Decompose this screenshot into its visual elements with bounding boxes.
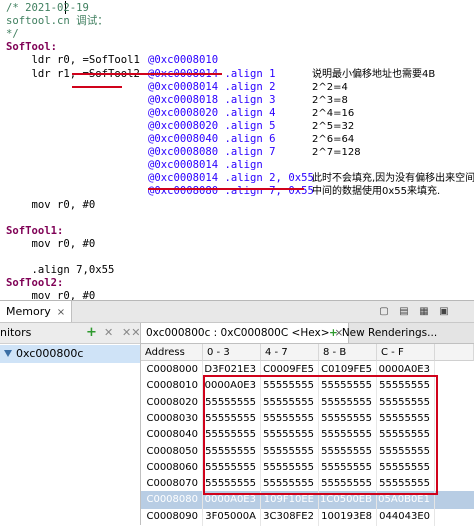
monitor-item[interactable]: 0xc000800c	[0, 345, 140, 363]
code-comment: @0xc0008080 .align 7, 0x55	[148, 185, 314, 198]
remove-monitor-icon[interactable]: ✕	[104, 323, 113, 343]
hex-value-cell[interactable]: 100193E8	[319, 507, 377, 526]
close-icon[interactable]: ×	[57, 307, 65, 318]
assembly-editor[interactable]: /* 2021-02-19 softool.cn 调试： */SofTool: ld…	[0, 0, 474, 300]
code-text: .align 7,0x55	[6, 264, 115, 276]
address-cell: C0008010	[141, 377, 203, 396]
memory-tab-bar: Memory × ▢ ▤ ▦ ▣	[0, 301, 474, 323]
add-monitor-icon[interactable]: +	[86, 323, 97, 343]
code-text: mov r0, #0	[6, 198, 96, 211]
highlight-underline-1	[72, 73, 222, 75]
code-line: mov r0, #0	[6, 237, 96, 252]
hex-value-cell[interactable]: 3F05000A	[203, 507, 261, 526]
code-text: SofTool1:	[6, 224, 64, 237]
column-header[interactable]: 8 - B	[319, 344, 377, 361]
code-text: softool.cn 调试：	[6, 15, 108, 28]
code-text: /* 2021-02-19	[6, 2, 89, 14]
remove-all-monitors-icon[interactable]: ✕✕	[122, 323, 140, 343]
address-cell: C0008070	[141, 475, 203, 494]
code-line: softool.cn 调试：	[6, 14, 108, 29]
monitors-title: nitors	[0, 326, 32, 339]
code-text: */	[6, 28, 19, 41]
column-header[interactable]: 4 - 7	[261, 344, 319, 361]
rendering-tab-label: 0xc000800c : 0xC000800C <Hex>	[146, 327, 330, 339]
code-text: ldr r0, =SofTool1	[6, 54, 140, 67]
address-cell: C0008050	[141, 442, 203, 461]
code-text: SofTool2:	[6, 277, 64, 290]
memory-view-panel: Memory × ▢ ▤ ▦ ▣ nitors + ✕ ✕✕ 0xc000800c…	[0, 300, 474, 526]
add-rendering-icon: +	[329, 327, 338, 339]
memory-tab-label: Memory	[6, 305, 51, 318]
highlight-box	[203, 375, 438, 495]
new-renderings-tab[interactable]: + New Renderings...	[329, 323, 437, 343]
address-cell: C0008060	[141, 458, 203, 477]
highlight-underline-2	[72, 86, 122, 88]
renderings-tab-bar: 0xc000800c : 0xC000800C <Hex> × + New Rend…	[141, 323, 474, 344]
address-cell: C0008020	[141, 393, 203, 412]
rendering-tab-hex[interactable]: 0xc000800c : 0xC000800C <Hex> ×	[141, 323, 350, 343]
code-line: mov r0, #0	[6, 289, 96, 300]
toolbar-button-1-icon[interactable]: ▢	[376, 304, 392, 319]
hex-value-cell[interactable]: 3C308FE2	[261, 507, 319, 526]
renderings-pane: 0xc000800c : 0xC000800C <Hex> × + New Rend…	[141, 323, 474, 526]
address-cell: C0008090	[141, 507, 203, 526]
code-text: SofTool:	[6, 41, 58, 54]
highlight-underline-3	[148, 188, 304, 190]
toolbar-button-4-icon[interactable]: ▣	[436, 304, 452, 319]
hex-value-cell[interactable]: 044043E0	[377, 507, 435, 526]
address-cell: C0008000	[141, 361, 203, 379]
toolbar-button-2-icon[interactable]: ▤	[396, 304, 412, 319]
code-note: 2^7=128	[312, 147, 361, 159]
column-header[interactable]: 0 - 3	[203, 344, 261, 361]
monitor-item-label: 0xc000800c	[16, 347, 84, 360]
monitor-memory-icon	[4, 350, 12, 357]
code-line: mov r0, #0	[6, 198, 96, 213]
column-header-filler	[435, 344, 474, 361]
column-header[interactable]: Address	[141, 344, 203, 361]
table-row[interactable]: C0008090 3F05000A 3C308FE2 100193E8 044043E0	[141, 507, 474, 526]
memory-tab[interactable]: Memory ×	[0, 301, 73, 322]
toolbar-button-3-icon[interactable]: ▦	[416, 304, 432, 319]
address-cell: C0008080	[141, 491, 203, 510]
address-cell: C0008030	[141, 409, 203, 428]
monitors-pane: nitors + ✕ ✕✕ 0xc000800c	[0, 323, 141, 525]
monitors-header: nitors + ✕ ✕✕	[0, 323, 140, 344]
address-cell: C0008040	[141, 426, 203, 445]
column-header[interactable]: C - F	[377, 344, 435, 361]
new-renderings-label: New Renderings...	[341, 327, 438, 339]
code-note: 中间的数据使用0x55来填充.	[312, 186, 441, 198]
code-text: mov r0, #0	[6, 237, 96, 250]
code-text: mov r0, #0	[6, 290, 96, 300]
